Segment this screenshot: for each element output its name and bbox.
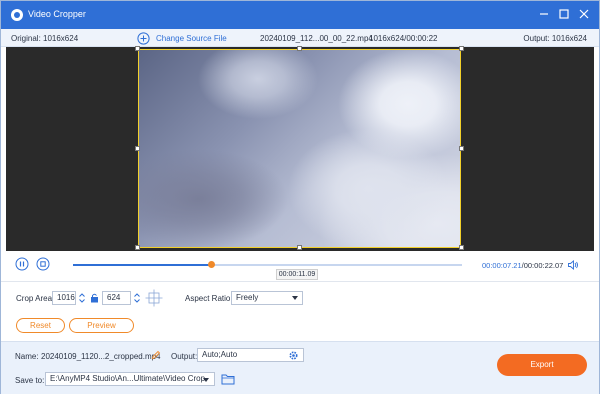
export-button[interactable]: Export [497, 354, 587, 376]
edit-pencil-icon[interactable] [151, 350, 161, 360]
video-preview-stage [6, 46, 594, 251]
crop-handle-bottom-right[interactable] [459, 245, 464, 250]
time-display: 00:00:07.21/00:00:22.07 [482, 261, 563, 270]
crop-rectangle[interactable] [138, 49, 461, 248]
timeline-hover-tooltip: 00:00:11.09 [276, 269, 318, 280]
output-format-value: Auto;Auto [202, 350, 238, 359]
minimize-icon[interactable] [537, 7, 551, 21]
crop-width-stepper[interactable] [78, 291, 86, 305]
crop-handle-top-left[interactable] [135, 46, 140, 51]
output-format-field[interactable]: Auto;Auto [197, 348, 304, 362]
crop-handle-bottom-left[interactable] [135, 245, 140, 250]
source-info-bar: Original: 1016x624 Change Source File 20… [1, 29, 599, 47]
name-label: Name: [15, 352, 39, 361]
source-filename: 20240109_112...00_00_22.mp4 [260, 34, 373, 43]
preview-button[interactable]: Preview [69, 318, 134, 333]
crop-handle-right[interactable] [459, 146, 464, 151]
video-cropper-window: Video Cropper Original: 1016x624 Change … [0, 0, 600, 394]
close-icon[interactable] [577, 7, 591, 21]
plus-circle-icon [137, 31, 150, 45]
output-filename: 20240109_1120...2_cropped.mp4 [41, 352, 161, 361]
window-title: Video Cropper [28, 9, 86, 19]
reset-button[interactable]: Reset [16, 318, 65, 333]
app-logo-icon [11, 9, 23, 21]
pause-icon[interactable] [15, 257, 29, 271]
crop-settings-panel: Crop Area: 1016 624 Aspect Ratio: Freely… [1, 281, 599, 341]
crop-height-stepper[interactable] [133, 291, 141, 305]
crop-handle-bottom[interactable] [297, 245, 302, 250]
lock-icon[interactable] [90, 293, 99, 303]
crop-width-input[interactable]: 1016 [52, 291, 76, 305]
stop-icon[interactable] [36, 257, 50, 271]
change-source-label: Change Source File [156, 33, 227, 43]
crop-height-input[interactable]: 624 [102, 291, 131, 305]
crop-handle-top[interactable] [297, 46, 302, 51]
center-crosshair-icon[interactable] [145, 289, 163, 307]
output-panel: Name: 20240109_1120...2_cropped.mp4 Outp… [1, 341, 599, 394]
crop-area-label: Crop Area: [16, 294, 55, 303]
chevron-down-icon [292, 296, 298, 300]
aspect-ratio-label: Aspect Ratio: [185, 294, 233, 303]
output-format-label: Output: [171, 352, 198, 361]
output-size-label: Output: 1016x624 [523, 34, 587, 43]
timeline-slider[interactable] [73, 261, 462, 268]
maximize-icon[interactable] [557, 7, 571, 21]
save-to-label: Save to: [15, 376, 45, 385]
aspect-ratio-select[interactable]: Freely [231, 291, 303, 305]
volume-icon[interactable] [567, 259, 579, 271]
source-dims-duration: 1016x624/00:00:22 [369, 34, 438, 43]
title-bar: Video Cropper [1, 1, 599, 29]
timeline-progress [73, 264, 212, 266]
change-source-button[interactable]: Change Source File [137, 31, 227, 45]
total-time: 00:00:22.07 [523, 261, 564, 270]
save-path-value: E:\AnyMP4 Studio\An...Ultimate\Video Cro… [50, 374, 206, 383]
crop-handle-left[interactable] [135, 146, 140, 151]
gear-icon[interactable] [288, 350, 299, 361]
chevron-down-icon[interactable] [203, 378, 209, 382]
timeline-knob[interactable] [208, 261, 216, 268]
original-size-label: Original: 1016x624 [11, 34, 79, 43]
crop-handle-top-right[interactable] [459, 46, 464, 51]
current-time: 00:00:07.21 [482, 261, 522, 270]
save-path-field[interactable]: E:\AnyMP4 Studio\An...Ultimate\Video Cro… [45, 372, 215, 386]
aspect-ratio-value: Freely [236, 293, 259, 302]
folder-icon[interactable] [221, 373, 235, 385]
